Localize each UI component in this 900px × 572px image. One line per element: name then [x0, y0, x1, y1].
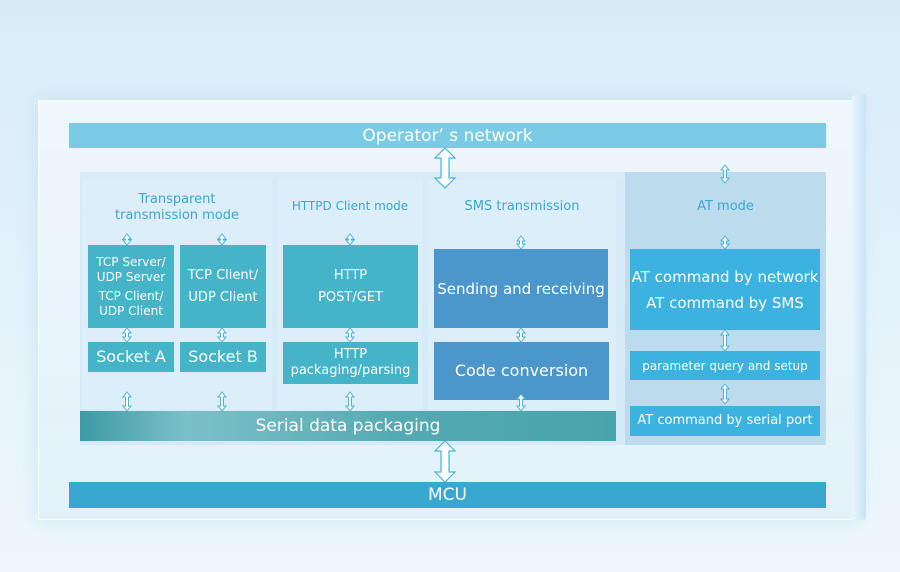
- double-arrow-icon: [719, 164, 731, 184]
- double-arrow-icon: [121, 391, 133, 412]
- double-arrow-icon: [515, 327, 527, 343]
- double-arrow-icon: [344, 391, 356, 412]
- double-arrow-icon: [344, 327, 356, 343]
- double-arrow-icon: [344, 233, 356, 246]
- double-arrow-icon: [719, 383, 731, 405]
- double-arrow-icon: [121, 233, 133, 246]
- double-arrow-icon: [719, 235, 731, 250]
- double-arrow-icon: [216, 327, 228, 343]
- arrows-layer: [121, 147, 731, 483]
- double-arrow-icon: [515, 393, 527, 412]
- double-arrow-icon: [515, 235, 527, 250]
- double-arrow-icon: [216, 233, 228, 246]
- double-arrow-icon: [719, 329, 731, 352]
- big-double-arrow-icon: [433, 440, 457, 483]
- big-double-arrow-icon: [433, 147, 457, 189]
- double-arrow-icon: [121, 327, 133, 343]
- double-arrow-icon: [216, 391, 228, 412]
